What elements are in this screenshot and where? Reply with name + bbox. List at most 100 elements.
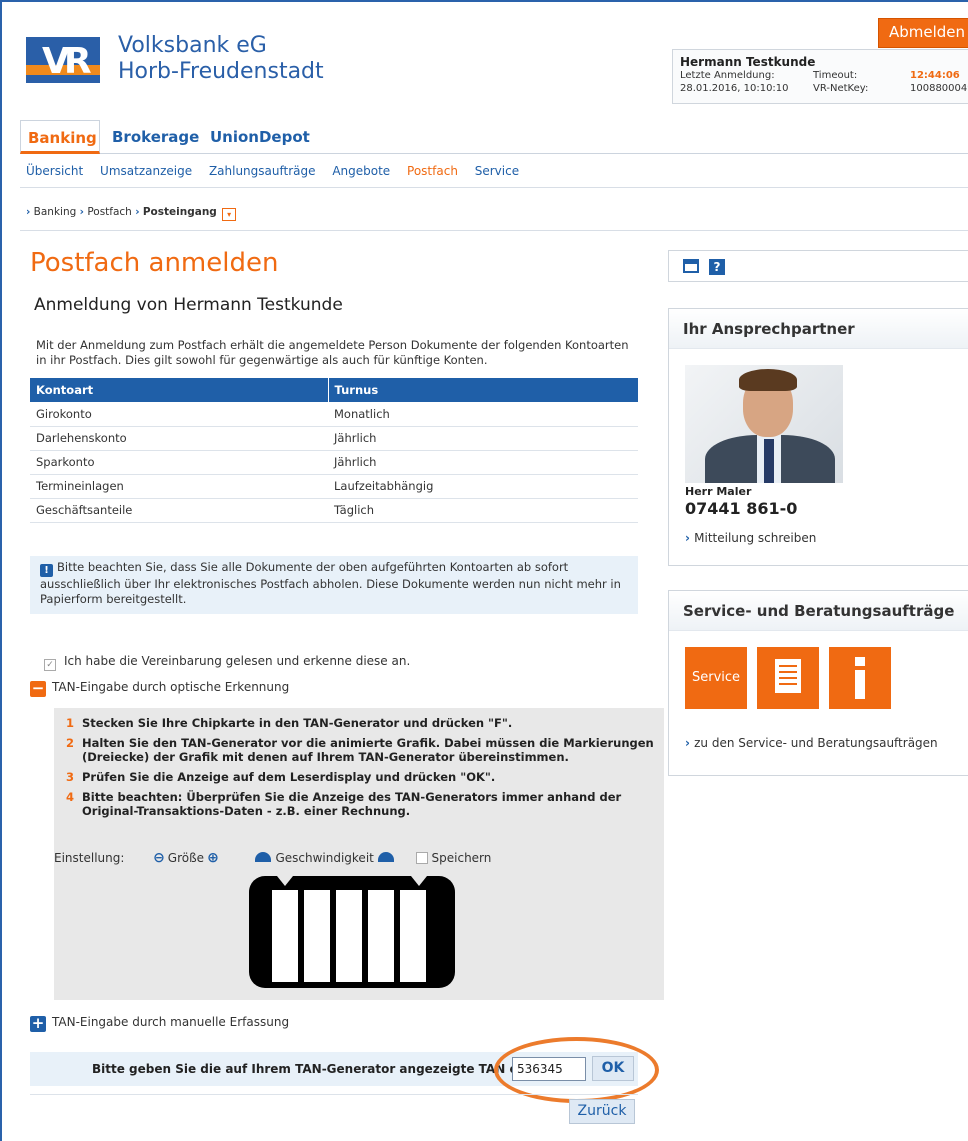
netkey-label: VR-NetKey: <box>813 83 869 94</box>
subnav-uebersicht[interactable]: Übersicht <box>26 164 83 178</box>
chevron-down-icon[interactable]: ▾ <box>222 208 237 221</box>
bank-name-line2: Horb-Freudenstadt <box>118 59 324 84</box>
advisor-photo <box>685 365 843 483</box>
table-cell: Laufzeitabhängig <box>328 474 638 499</box>
table-cell: Jährlich <box>328 426 638 451</box>
chevron-right-icon: › <box>26 206 31 218</box>
info-icon: ! <box>40 564 53 577</box>
step-number: 4 <box>66 790 75 804</box>
write-message-label: Mitteilung schreiben <box>694 531 817 545</box>
step-text: Halten Sie den TAN-Generator vor die ani… <box>82 736 654 764</box>
manual-tan-toggle[interactable]: + TAN-Eingabe durch manuelle Erfassung <box>30 1015 289 1032</box>
main-tabs: Banking Brokerage UnionDepot <box>20 120 968 154</box>
optical-tan-label: TAN-Eingabe durch optische Erkennung <box>52 680 290 694</box>
intro-text: Mit der Anmeldung zum Postfach erhält di… <box>36 338 629 367</box>
table-row: Darlehenskonto Jährlich <box>30 426 638 451</box>
tab-banking[interactable]: Banking <box>20 120 100 154</box>
flicker-code-graphic <box>249 876 455 988</box>
tool-bar: ? <box>668 250 968 282</box>
settings-label: Einstellung: <box>54 851 125 865</box>
save-checkbox[interactable] <box>415 852 428 864</box>
user-info-box: Hermann Testkunde Letzte Anmeldung: Time… <box>672 49 968 104</box>
breadcrumb-banking[interactable]: Banking <box>34 206 77 218</box>
breadcrumb-postfach[interactable]: Postfach <box>87 206 132 218</box>
divider <box>30 1094 638 1095</box>
divider <box>20 187 968 188</box>
flicker-bar <box>272 890 298 982</box>
notice-text: Bitte beachten Sie, dass Sie alle Dokume… <box>40 560 621 606</box>
expand-icon[interactable]: + <box>30 1016 46 1032</box>
speed-label: Geschwindigkeit <box>275 851 374 865</box>
bank-logo[interactable]: VR <box>26 37 100 83</box>
flicker-bar <box>304 890 330 982</box>
service-button[interactable]: Service <box>685 647 747 709</box>
agree-row: ✓ Ich habe die Vereinbarung gelesen und e… <box>44 654 410 671</box>
agree-checkbox[interactable]: ✓ <box>44 659 56 671</box>
subnav-umsatzanzeige[interactable]: Umsatzanzeige <box>100 164 192 178</box>
back-button[interactable]: Zurück <box>569 1099 635 1124</box>
contact-card: Ihr Ansprechpartner Herr Maler 07441 861… <box>668 308 968 566</box>
tab-brokerage[interactable]: Brokerage <box>112 120 199 154</box>
print-icon[interactable] <box>683 259 699 273</box>
flicker-bar <box>400 890 426 982</box>
table-header-kontoart: Kontoart <box>30 378 328 402</box>
zoom-out-icon[interactable]: ⊖ <box>153 850 165 866</box>
last-login-value: 28.01.2016, 10:10:10 <box>680 83 789 94</box>
advisor-phone: 07441 861-0 <box>685 499 798 518</box>
speed-faster-icon[interactable] <box>377 852 394 862</box>
chevron-right-icon: › <box>135 206 140 218</box>
table-cell: Jährlich <box>328 450 638 475</box>
flicker-bar <box>336 890 362 982</box>
chevron-right-icon: › <box>79 206 84 218</box>
subnav-service[interactable]: Service <box>475 164 519 178</box>
chevron-right-icon: › <box>685 736 695 750</box>
tab-uniondepot[interactable]: UnionDepot <box>210 120 310 154</box>
step-text: Stecken Sie Ihre Chipkarte in den TAN-Ge… <box>82 716 513 730</box>
chevron-right-icon: › <box>685 531 695 545</box>
bank-name-line1: Volksbank eG <box>118 33 267 58</box>
table-row: Geschäftsanteile Täglich <box>30 498 638 523</box>
tan-prompt: Bitte geben Sie die auf Ihrem TAN-Genera… <box>92 1062 536 1076</box>
table-cell: Termineinlagen <box>30 474 328 499</box>
bank-name: Volksbank eG Horb-Freudenstadt <box>118 33 324 85</box>
list-item: 1 Stecken Sie Ihre Chipkarte in den TAN-G… <box>64 716 659 730</box>
manual-tan-label: TAN-Eingabe durch manuelle Erfassung <box>52 1015 290 1029</box>
size-label: Größe <box>167 851 205 865</box>
service-card: Service- und Beratungsaufträge Service ›… <box>668 590 968 776</box>
page-title: Postfach anmelden <box>30 248 279 278</box>
info-button[interactable] <box>829 647 891 709</box>
contact-card-title: Ihr Ansprechpartner <box>669 309 968 349</box>
table-row: Sparkonto Jährlich <box>30 450 638 475</box>
step-number: 2 <box>66 736 75 750</box>
logo-mark: VR <box>42 41 92 82</box>
service-card-title: Service- und Beratungsaufträge <box>669 591 968 631</box>
page-subtitle: Anmeldung von Hermann Testkunde <box>34 295 343 315</box>
photo-shape <box>739 369 797 391</box>
write-message-link[interactable]: › Mitteilung schreiben <box>685 531 816 545</box>
table-cell: Monatlich <box>328 402 638 427</box>
logout-button[interactable]: Abmelden <box>878 18 968 48</box>
subnav-zahlungsauftraege[interactable]: Zahlungsaufträge <box>209 164 316 178</box>
subnav-angebote[interactable]: Angebote <box>332 164 390 178</box>
user-name: Hermann Testkunde <box>680 55 816 69</box>
breadcrumb: › Banking › Postfach › Posteingang ▾ <box>26 206 237 221</box>
subnav-postfach[interactable]: Postfach <box>407 164 458 178</box>
table-header-turnus: Turnus <box>327 378 638 402</box>
list-item: 4 Bitte beachten: Überprüfen Sie die Anze… <box>64 790 659 818</box>
collapse-icon[interactable]: − <box>30 681 46 697</box>
optical-tan-toggle[interactable]: − TAN-Eingabe durch optische Erkennung <box>30 680 289 697</box>
account-types-table: Kontoart Turnus Girokonto Monatlich Darle… <box>30 378 638 523</box>
step-number: 3 <box>66 770 75 784</box>
step-text: Prüfen Sie die Anzeige auf dem Leserdisp… <box>82 770 496 784</box>
document-button[interactable] <box>757 647 819 709</box>
notice-box: ! Bitte beachten Sie, dass Sie alle Dokum… <box>30 556 638 614</box>
service-orders-link[interactable]: › zu den Service- und Beratungsaufträgen <box>685 736 938 750</box>
info-i-icon <box>855 657 865 699</box>
list-item: 2 Halten Sie den TAN-Generator vor die an… <box>64 736 659 764</box>
step-number: 1 <box>66 716 75 730</box>
table-row: Girokonto Monatlich <box>30 402 638 427</box>
help-icon[interactable]: ? <box>709 259 725 275</box>
service-orders-label: zu den Service- und Beratungsaufträgen <box>694 736 938 750</box>
zoom-in-icon[interactable]: ⊕ <box>207 850 219 866</box>
speed-slower-icon[interactable] <box>255 852 272 862</box>
